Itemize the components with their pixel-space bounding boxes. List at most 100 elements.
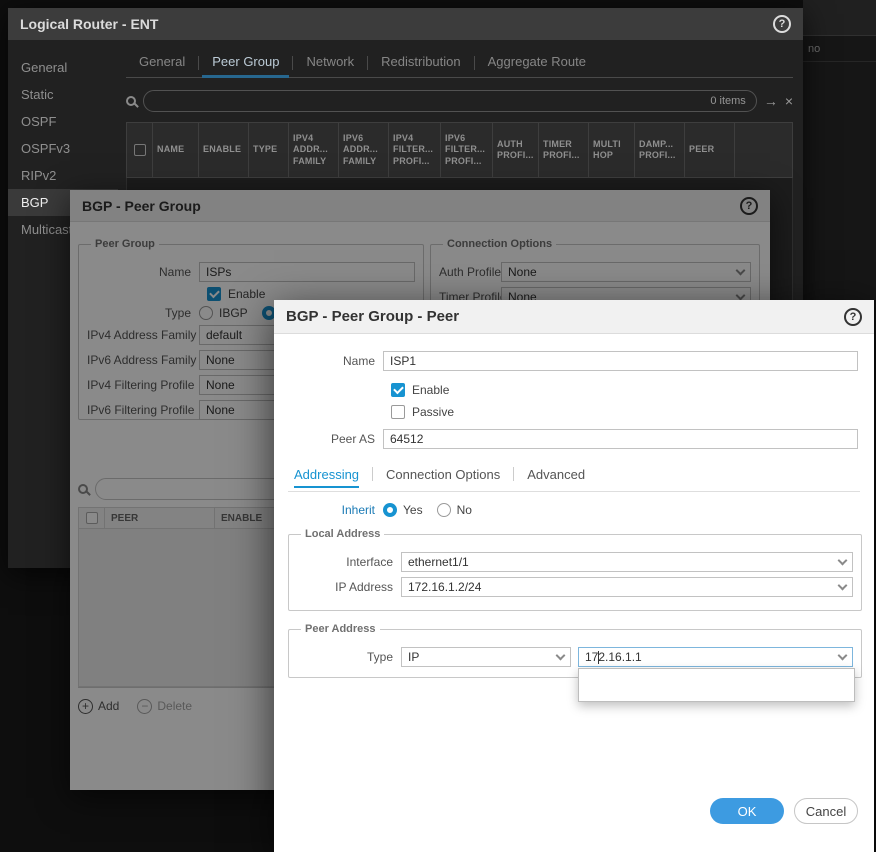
- peer-address-type-dropdown[interactable]: IP: [401, 647, 571, 667]
- interface-label: Interface: [297, 555, 401, 569]
- help-icon[interactable]: ?: [773, 15, 791, 33]
- peer-ip-combobox[interactable]: 172.16.1.1: [578, 647, 853, 667]
- search-icon: [78, 484, 88, 494]
- help-icon[interactable]: ?: [740, 197, 758, 215]
- peer-as-label: Peer AS: [274, 432, 383, 446]
- inherit-label: Inherit: [274, 503, 383, 517]
- chevron-down-icon: [838, 580, 848, 590]
- chevron-down-icon: [736, 290, 746, 300]
- tab-connection-options[interactable]: Connection Options: [386, 467, 500, 482]
- auth-profile-dropdown[interactable]: None: [501, 262, 751, 282]
- add-button[interactable]: + Add: [78, 699, 119, 714]
- ok-button[interactable]: OK: [710, 798, 784, 824]
- chevron-down-icon: [556, 650, 566, 660]
- tab-network[interactable]: Network: [293, 48, 367, 78]
- column-header-type[interactable]: TYPE: [249, 123, 289, 177]
- add-label: Add: [98, 699, 119, 713]
- tab-separator: [372, 467, 373, 481]
- type-label: Type: [297, 650, 401, 664]
- ipv4-filtering-profile-value: None: [206, 378, 235, 392]
- peer-address-legend: Peer Address: [301, 623, 380, 635]
- local-address-legend: Local Address: [301, 528, 384, 540]
- tab-general[interactable]: General: [126, 48, 198, 78]
- name-value: ISP1: [390, 354, 416, 368]
- enable-checkbox[interactable]: [391, 383, 405, 397]
- sidebar-item-general[interactable]: General: [8, 54, 118, 81]
- logical-router-titlebar: Logical Router - ENT ?: [8, 8, 803, 40]
- enable-label: Enable: [412, 383, 449, 397]
- tab-divider: [288, 491, 860, 492]
- column-header-ipv6-addr-family[interactable]: IPV6 ADDR... FAMILY: [339, 123, 389, 177]
- name-input[interactable]: ISP1: [383, 351, 858, 371]
- peer-titlebar: BGP - Peer Group - Peer ?: [274, 300, 874, 334]
- inherit-row: Inherit Yes No: [274, 502, 858, 518]
- column-header-ipv4-filter-profile[interactable]: IPV4 FILTER... PROFI...: [389, 123, 441, 177]
- sidebar-item-static[interactable]: Static: [8, 81, 118, 108]
- peer-group-titlebar: BGP - Peer Group ?: [70, 190, 770, 222]
- inherit-no-label: No: [457, 503, 472, 517]
- auth-profile-value: None: [508, 265, 537, 279]
- column-header-ipv6-filter-profile[interactable]: IPV6 FILTER... PROFI...: [441, 123, 493, 177]
- peer-group-title: BGP - Peer Group: [82, 198, 201, 214]
- peer-group-search-row: 0 items → ×: [126, 90, 793, 112]
- column-header-peer[interactable]: PEER: [105, 508, 215, 528]
- ip-address-dropdown[interactable]: 172.16.1.2/24: [401, 577, 853, 597]
- ipv6-address-family-value: None: [206, 353, 235, 367]
- peer-group-legend: Peer Group: [91, 238, 159, 250]
- select-all-checkbox[interactable]: [134, 144, 146, 156]
- column-header-multi-hop[interactable]: MULTI HOP: [589, 123, 635, 177]
- peer-ip-dropdown-panel[interactable]: [578, 668, 855, 702]
- ipv4-address-family-label: IPv4 Address Family: [87, 328, 199, 342]
- passive-label: Passive: [412, 405, 454, 419]
- sidebar-item-ripv2[interactable]: RIPv2: [8, 162, 118, 189]
- sidebar-item-ospf[interactable]: OSPF: [8, 108, 118, 135]
- inherit-no-radio[interactable]: [437, 503, 451, 517]
- tab-separator: [513, 467, 514, 481]
- chevron-down-icon: [838, 650, 848, 660]
- tab-addressing[interactable]: Addressing: [294, 467, 359, 482]
- tab-aggregate-route[interactable]: Aggregate Route: [475, 48, 599, 78]
- peer-tab-bar: Addressing Connection Options Advanced: [294, 464, 858, 484]
- inherit-yes-radio[interactable]: [383, 503, 397, 517]
- enable-label: Enable: [228, 287, 265, 301]
- column-header-auth-profile[interactable]: AUTH PROFI...: [493, 123, 539, 177]
- peer-as-value: 64512: [390, 432, 423, 446]
- column-header-name[interactable]: NAME: [153, 123, 199, 177]
- delete-button[interactable]: − Delete: [137, 699, 192, 714]
- ibgp-radio[interactable]: [199, 306, 213, 320]
- tab-redistribution[interactable]: Redistribution: [368, 48, 474, 78]
- name-label: Name: [274, 354, 383, 368]
- chevron-down-icon: [838, 555, 848, 565]
- chevron-down-icon: [736, 265, 746, 275]
- router-tab-bar: General Peer Group Network Redistributio…: [126, 48, 793, 78]
- dialog-buttons: OK Cancel: [710, 798, 858, 824]
- column-header-peer[interactable]: PEER: [685, 123, 735, 177]
- delete-label: Delete: [157, 699, 192, 713]
- ipv4-address-family-value: default: [206, 328, 242, 342]
- tab-peer-group[interactable]: Peer Group: [199, 48, 292, 78]
- enable-checkbox[interactable]: [207, 287, 221, 301]
- column-header-enable[interactable]: ENABLE: [199, 123, 249, 177]
- ip-address-value: 172.16.1.2/24: [408, 580, 481, 594]
- column-header-timer-profile[interactable]: TIMER PROFI...: [539, 123, 589, 177]
- tab-advanced[interactable]: Advanced: [527, 467, 585, 482]
- cancel-button[interactable]: Cancel: [794, 798, 858, 824]
- passive-checkbox[interactable]: [391, 405, 405, 419]
- interface-value: ethernet1/1: [408, 555, 469, 569]
- peer-as-input[interactable]: 64512: [383, 429, 858, 449]
- column-header-ipv4-addr-family[interactable]: IPV4 ADDR... FAMILY: [289, 123, 339, 177]
- auth-profile-label: Auth Profile: [439, 265, 501, 279]
- select-all-checkbox[interactable]: [86, 512, 98, 524]
- search-input[interactable]: 0 items: [143, 90, 757, 112]
- peer-address-type-value: IP: [408, 650, 419, 664]
- name-input[interactable]: ISPs: [199, 262, 415, 282]
- column-header-damp-profile[interactable]: DAMP... PROFI...: [635, 123, 685, 177]
- clear-filter-icon[interactable]: ×: [785, 94, 793, 108]
- apply-filter-icon[interactable]: →: [764, 94, 778, 108]
- ipv4-filtering-profile-label: IPv4 Filtering Profile: [87, 378, 199, 392]
- peer-title: BGP - Peer Group - Peer: [286, 308, 459, 325]
- help-icon[interactable]: ?: [844, 308, 862, 326]
- sidebar-item-ospfv3[interactable]: OSPFv3: [8, 135, 118, 162]
- add-icon: +: [78, 699, 93, 714]
- interface-dropdown[interactable]: ethernet1/1: [401, 552, 853, 572]
